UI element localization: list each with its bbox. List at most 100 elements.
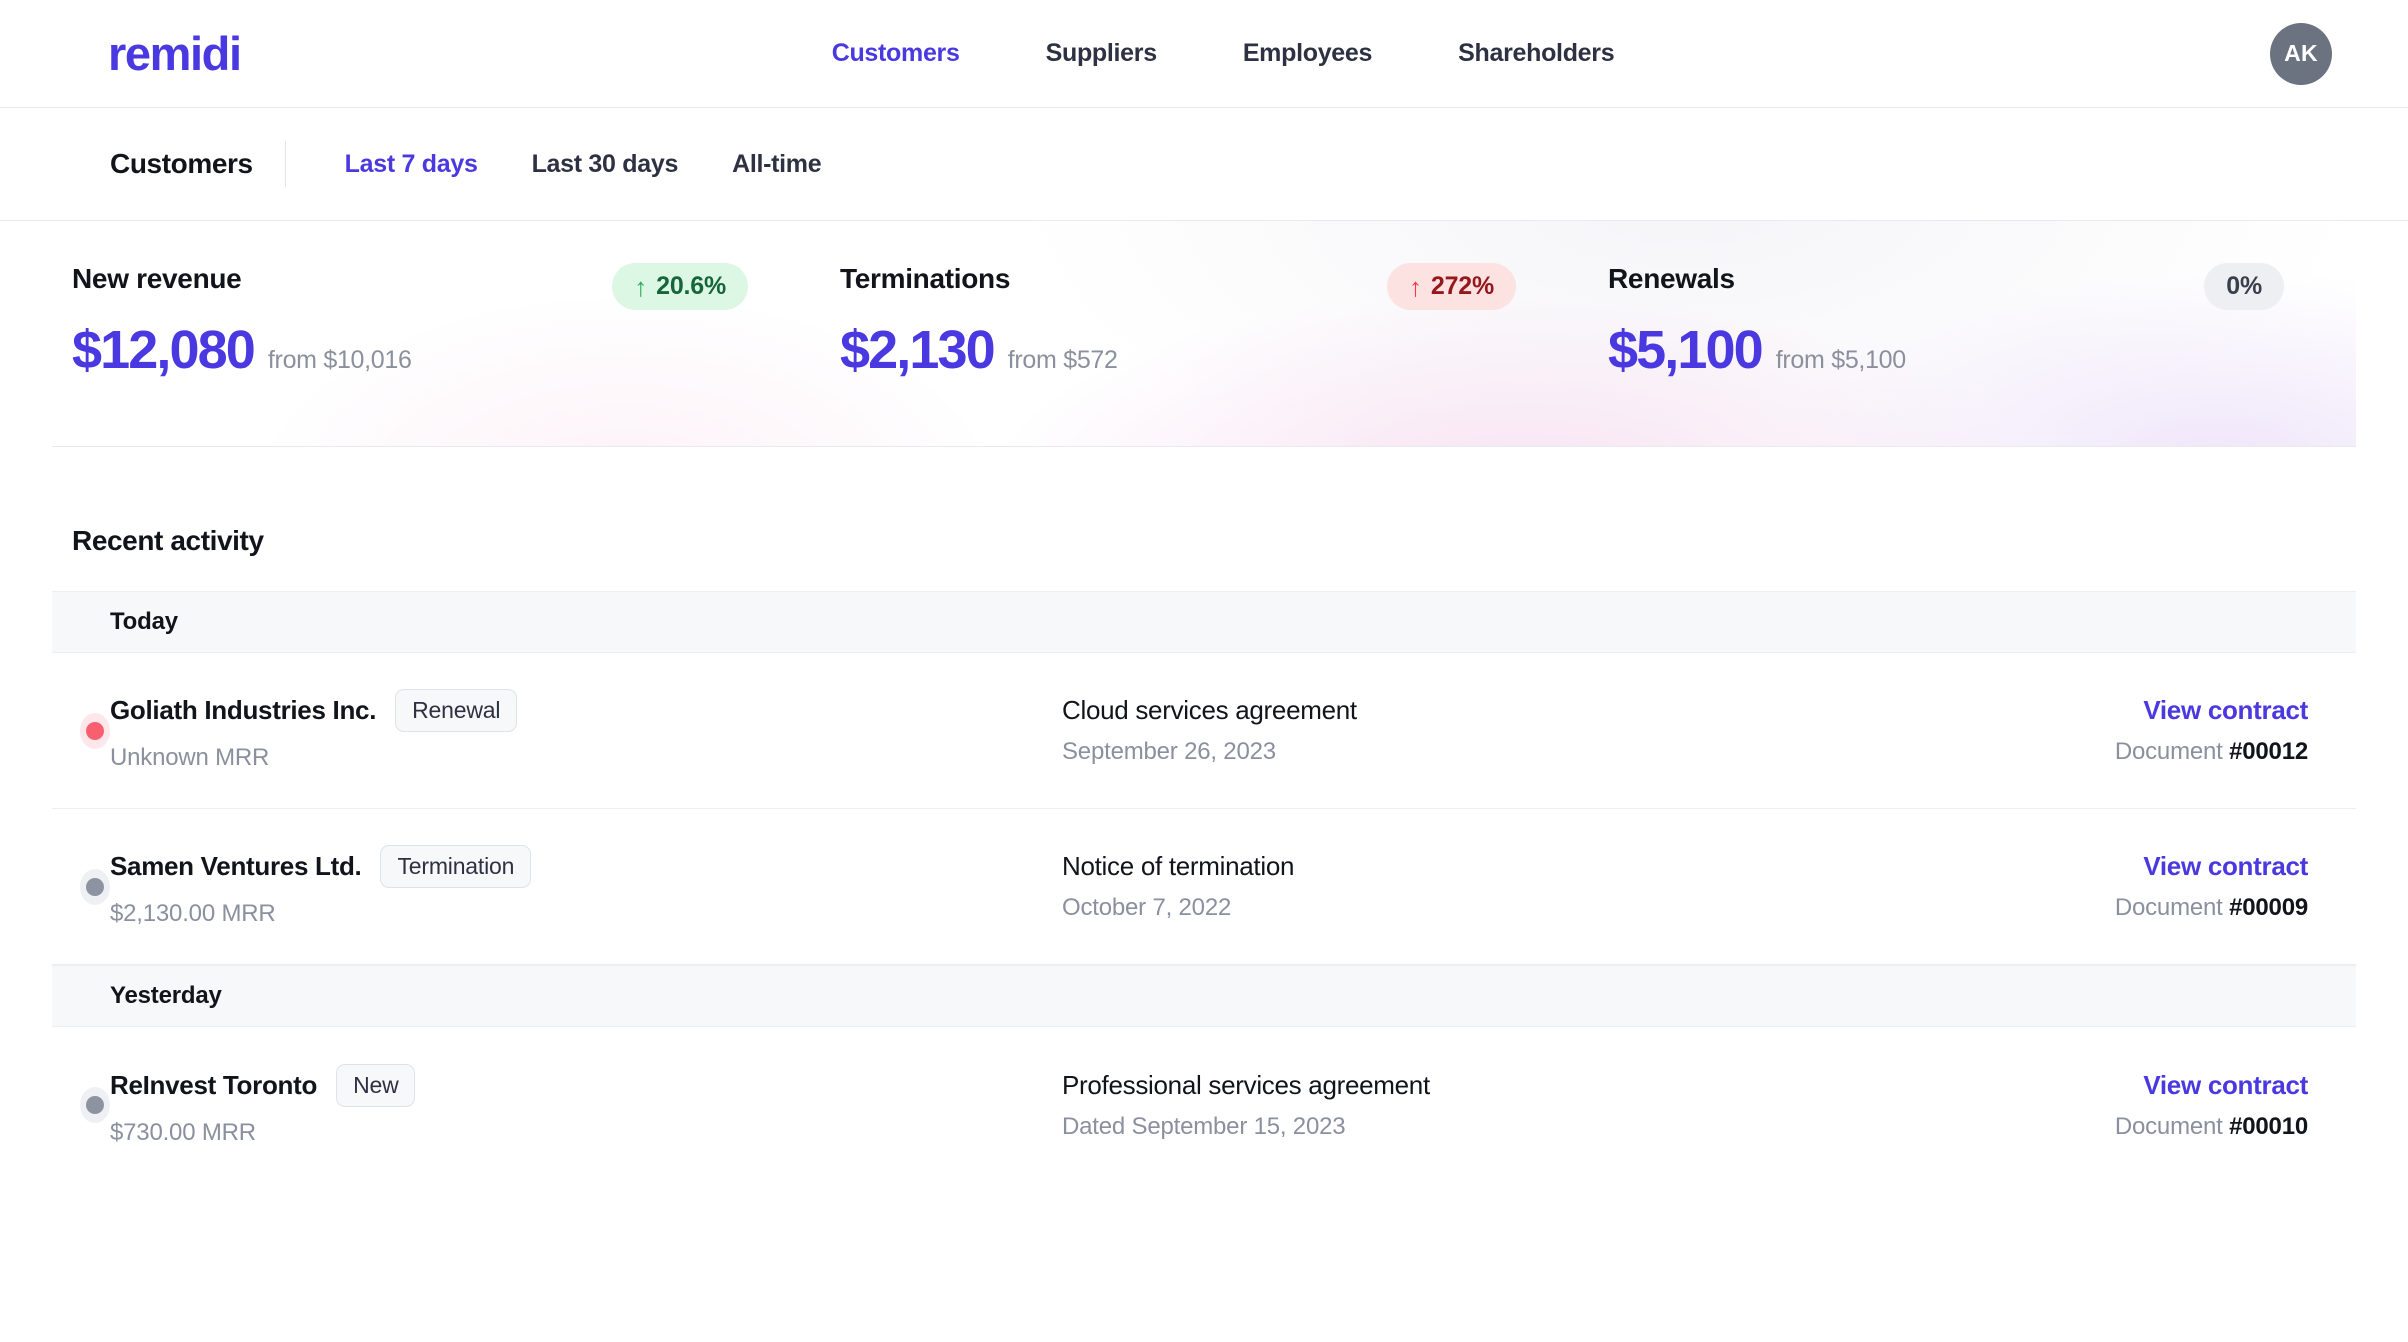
recent-activity-section: Recent activity Today Goliath Industries …: [0, 447, 2408, 1183]
document-number: Document #00012: [2006, 738, 2308, 766]
document-number-label: Document: [2114, 738, 2223, 765]
status-dot-wrapper: [52, 1087, 110, 1123]
activity-row[interactable]: ReInvest Toronto New $730.00 MRR Profession…: [52, 1027, 2356, 1183]
metric-value-row: $2,130 from $572: [820, 323, 1588, 377]
activity-entity-cell: ReInvest Toronto New $730.00 MRR: [110, 1063, 1062, 1147]
view-contract-link[interactable]: View contract: [2143, 851, 2308, 882]
metric-previous-value: from $572: [1007, 346, 1118, 374]
date-range-tabs: Last 7 days Last 30 days All-time: [318, 150, 849, 179]
document-title: Professional services agreement: [1062, 1069, 1430, 1100]
metric-previous-value: from $10,016: [267, 346, 412, 374]
status-dot-wrapper: [52, 868, 110, 905]
document-date: October 7, 2022: [1062, 894, 1232, 921]
metric-amount: $2,130: [840, 320, 996, 380]
entity-top-line: ReInvest Toronto New: [110, 1063, 1062, 1107]
metric-change-badge: ↑ 20.6%: [612, 263, 748, 310]
metric-label: Terminations: [840, 263, 1011, 294]
activity-entity-cell: Samen Ventures Ltd. Termination $2,130.00 …: [110, 845, 1062, 928]
metric-header: Terminations ↑ 272%: [820, 263, 1588, 310]
activity-action-cell: View contract Document #00010: [2006, 1070, 2356, 1141]
activity-document-cell: Notice of termination October 7, 2022: [1062, 851, 2006, 922]
range-tab-all-time[interactable]: All-time: [705, 150, 848, 179]
status-dot-wrapper: [52, 712, 110, 749]
activity-entity-cell: Goliath Industries Inc. Renewal Unknown MR…: [110, 689, 1062, 772]
arrow-up-icon: ↑: [1409, 271, 1422, 302]
metric-change-value: 0%: [2226, 272, 2262, 300]
document-number-value: #00012: [2229, 738, 2308, 765]
nav-item-employees[interactable]: Employees: [1243, 39, 1373, 68]
activity-action-cell: View contract Document #00012: [2006, 695, 2356, 766]
recent-activity-title: Recent activity: [72, 525, 264, 556]
activity-document-cell: Professional services agreement Dated Sep…: [1062, 1070, 2006, 1141]
document-date: September 26, 2023: [1062, 738, 1276, 765]
metric-change-badge: ↑ 272%: [1387, 263, 1516, 310]
range-tab-last-30-days[interactable]: Last 30 days: [505, 150, 706, 179]
metrics-band: New revenue ↑ 20.6% $12,080 from $10,016 Term…: [52, 221, 2356, 447]
metric-change-badge: 0%: [2204, 263, 2284, 310]
metric-change-value: 272%: [1430, 272, 1494, 300]
document-title: Cloud services agreement: [1062, 695, 1357, 725]
brand-logo[interactable]: remidi: [52, 30, 242, 77]
activity-document-cell: Cloud services agreement September 26, 20…: [1062, 695, 2006, 766]
arrow-up-icon: ↑: [634, 271, 648, 302]
activity-action-cell: View contract Document #00009: [2006, 851, 2356, 922]
metric-header: New revenue ↑ 20.6%: [52, 263, 820, 310]
metric-renewals: Renewals 0% $5,100 from $5,100: [1588, 221, 2356, 446]
activity-group-label: Today: [110, 608, 178, 635]
activity-type-tag: New: [336, 1063, 416, 1107]
metric-amount: $5,100: [1608, 320, 1764, 380]
status-dot-icon: [80, 712, 110, 749]
activity-row[interactable]: Goliath Industries Inc. Renewal Unknown MR…: [52, 653, 2356, 809]
metric-change-value: 20.6%: [656, 272, 726, 300]
nav-item-shareholders[interactable]: Shareholders: [1458, 39, 1614, 68]
status-dot-icon: [80, 1087, 110, 1123]
entity-mrr: $2,130.00 MRR: [110, 900, 276, 927]
entity-name: Goliath Industries Inc.: [110, 695, 377, 725]
activity-row[interactable]: Samen Ventures Ltd. Termination $2,130.00 …: [52, 809, 2356, 965]
view-contract-link[interactable]: View contract: [2143, 1070, 2308, 1101]
activity-group-label: Yesterday: [110, 982, 222, 1009]
metric-header: Renewals 0%: [1588, 263, 2356, 310]
entity-name: Samen Ventures Ltd.: [110, 851, 362, 881]
app-root: remidi Customers Suppliers Employees Shareh…: [0, 0, 2408, 1342]
page-subheader: Customers Last 7 days Last 30 days All-tim…: [0, 108, 2408, 221]
subheader-divider: [284, 141, 286, 187]
entity-mrr: $730.00 MRR: [110, 1118, 256, 1146]
document-date: Dated September 15, 2023: [1062, 1112, 1346, 1140]
view-contract-link[interactable]: View contract: [2143, 695, 2308, 726]
activity-list: Today Goliath Industries Inc. Renewal Unkno…: [52, 591, 2356, 1183]
range-tab-last-7-days[interactable]: Last 7 days: [318, 150, 505, 179]
page-title: Customers: [110, 148, 253, 179]
entity-top-line: Samen Ventures Ltd. Termination: [110, 845, 1062, 888]
activity-group-header: Today: [52, 591, 2356, 653]
metric-label: New revenue: [72, 263, 242, 294]
metric-new-revenue: New revenue ↑ 20.6% $12,080 from $10,016: [52, 221, 820, 446]
primary-nav-items: Customers Suppliers Employees Shareholders: [832, 39, 1615, 68]
avatar[interactable]: AK: [2270, 22, 2332, 85]
document-number: Document #00010: [2006, 1113, 2308, 1141]
activity-type-tag: Renewal: [395, 689, 518, 732]
entity-top-line: Goliath Industries Inc. Renewal: [110, 689, 1062, 732]
metric-value-row: $12,080 from $10,016: [52, 323, 820, 377]
document-number-value: #00009: [2229, 894, 2308, 921]
metric-terminations: Terminations ↑ 272% $2,130 from $572: [820, 221, 1588, 446]
document-number-value: #00010: [2229, 1112, 2308, 1140]
document-number-label: Document: [2114, 1112, 2223, 1140]
metric-amount: $12,080: [72, 320, 256, 380]
primary-nav: Customers Suppliers Employees Shareholders: [0, 39, 2408, 68]
document-title: Notice of termination: [1062, 851, 1295, 881]
top-navigation-bar: remidi Customers Suppliers Employees Shareh…: [0, 0, 2408, 108]
metric-previous-value: from $5,100: [1775, 346, 1906, 374]
activity-group-header: Yesterday: [52, 965, 2356, 1027]
status-dot-icon: [80, 868, 110, 905]
entity-mrr: Unknown MRR: [110, 744, 270, 771]
metric-label: Renewals: [1608, 263, 1735, 294]
entity-name: ReInvest Toronto: [110, 1069, 318, 1100]
metrics-row: New revenue ↑ 20.6% $12,080 from $10,016 Term…: [52, 221, 2356, 446]
document-number-label: Document: [2114, 894, 2223, 921]
activity-type-tag: Termination: [380, 845, 532, 888]
metric-value-row: $5,100 from $5,100: [1588, 323, 2356, 377]
nav-item-customers[interactable]: Customers: [832, 39, 960, 68]
nav-item-suppliers[interactable]: Suppliers: [1046, 39, 1158, 68]
document-number: Document #00009: [2006, 894, 2308, 922]
